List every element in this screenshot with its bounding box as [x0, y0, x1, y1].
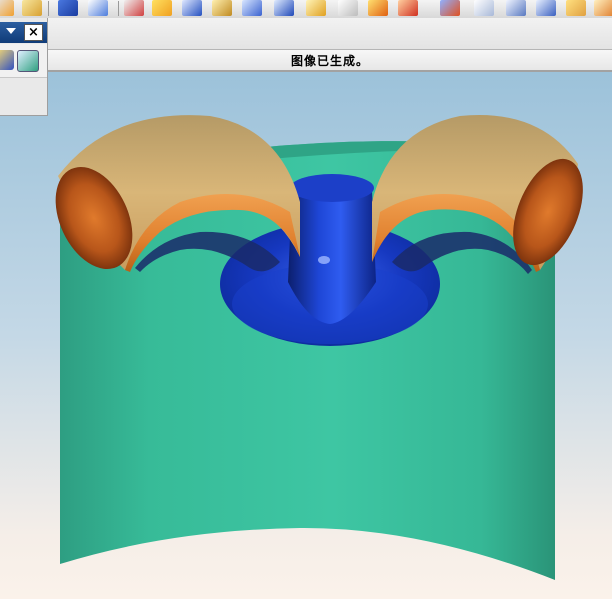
blend-icon[interactable]: [306, 0, 326, 16]
chevron-down-icon[interactable]: [6, 28, 16, 34]
view-tool-icon[interactable]: [17, 50, 39, 72]
wireframe-icon[interactable]: [536, 0, 556, 16]
box-icon[interactable]: [152, 0, 172, 16]
layer-icon[interactable]: [474, 0, 494, 16]
cylinder-icon[interactable]: [182, 0, 202, 16]
status-message: 图像已生成。: [290, 54, 369, 68]
render-icon[interactable]: [398, 0, 418, 16]
valve-neck-top: [290, 174, 374, 202]
shade-icon[interactable]: [506, 0, 526, 16]
measure-tool-icon[interactable]: [0, 50, 14, 70]
toolbar-separator: [48, 1, 49, 16]
chamfer-icon[interactable]: [368, 0, 388, 16]
part-icon[interactable]: [0, 0, 14, 16]
pattern-icon[interactable]: [212, 0, 232, 16]
plane-icon[interactable]: [88, 0, 108, 16]
extrude-icon[interactable]: [242, 0, 262, 16]
neck-highlight: [318, 256, 330, 264]
panel-toolbar: [0, 44, 47, 78]
status-bar: 图像已生成。: [48, 49, 612, 72]
main-toolbar: [0, 0, 612, 19]
status-band: [0, 18, 612, 49]
view-icon[interactable]: [440, 0, 460, 16]
panel-titlebar: ×: [0, 22, 47, 43]
floating-tool-panel: ×: [0, 18, 48, 116]
toolbar-separator: [118, 1, 119, 16]
display-icon[interactable]: [566, 0, 586, 16]
add-icon[interactable]: [58, 0, 78, 16]
edit-icon[interactable]: [274, 0, 294, 16]
sketch-icon[interactable]: [22, 0, 42, 16]
more-icon[interactable]: [594, 0, 612, 16]
shell-icon[interactable]: [338, 0, 358, 16]
graphics-viewport[interactable]: [0, 72, 612, 599]
close-icon[interactable]: ×: [24, 24, 43, 41]
rendered-model: [55, 115, 583, 580]
revolve-icon[interactable]: [124, 0, 144, 16]
